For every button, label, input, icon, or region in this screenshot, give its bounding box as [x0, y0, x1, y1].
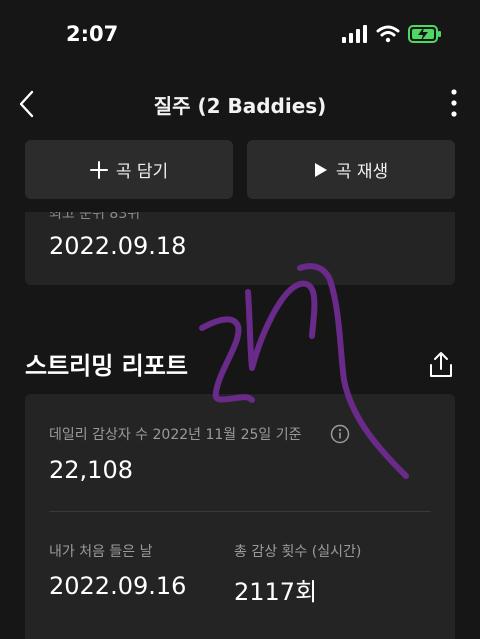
add-song-label: 곡 담기	[115, 162, 169, 182]
total-plays-value: 2117회	[234, 578, 318, 606]
first-listen-label: 내가 처음 들은 날	[49, 544, 153, 560]
plus-icon	[89, 160, 108, 179]
battery-charging-icon	[408, 25, 441, 43]
peak-rank-card: 최고 순위 83위 2022.09.18	[25, 212, 455, 285]
status-time: 2:07	[66, 22, 119, 46]
play-icon	[314, 162, 327, 177]
nav-bar: 질주 (2 Baddies)	[0, 78, 480, 130]
status-icons	[342, 25, 442, 43]
daily-listeners-value: 22,108	[49, 456, 133, 484]
wifi-icon	[376, 25, 400, 43]
play-song-button[interactable]: 곡 재생	[247, 140, 455, 199]
streaming-report-card: 데일리 감상자 수 2022년 11월 25일 기준 22,108 내가 처음 …	[25, 394, 455, 639]
signal-icon	[342, 25, 367, 43]
more-vertical-icon[interactable]	[450, 88, 458, 118]
page-title: 질주 (2 Baddies)	[153, 94, 327, 118]
share-icon[interactable]	[428, 351, 454, 379]
streaming-report-title: 스트리밍 리포트	[25, 352, 188, 380]
divider	[49, 511, 431, 512]
total-plays-label: 총 감상 횟수 (실시간)	[234, 544, 362, 560]
first-listen-value: 2022.09.16	[49, 572, 187, 600]
peak-rank-date: 2022.09.18	[49, 232, 187, 260]
info-icon[interactable]	[330, 424, 350, 444]
add-song-button[interactable]: 곡 담기	[25, 140, 233, 199]
daily-listeners-label: 데일리 감상자 수 2022년 11월 25일 기준	[49, 427, 302, 443]
play-song-label: 곡 재생	[335, 162, 389, 182]
peak-rank-label: 최고 순위 83위	[49, 212, 141, 222]
status-bar: 2:07	[0, 0, 480, 72]
